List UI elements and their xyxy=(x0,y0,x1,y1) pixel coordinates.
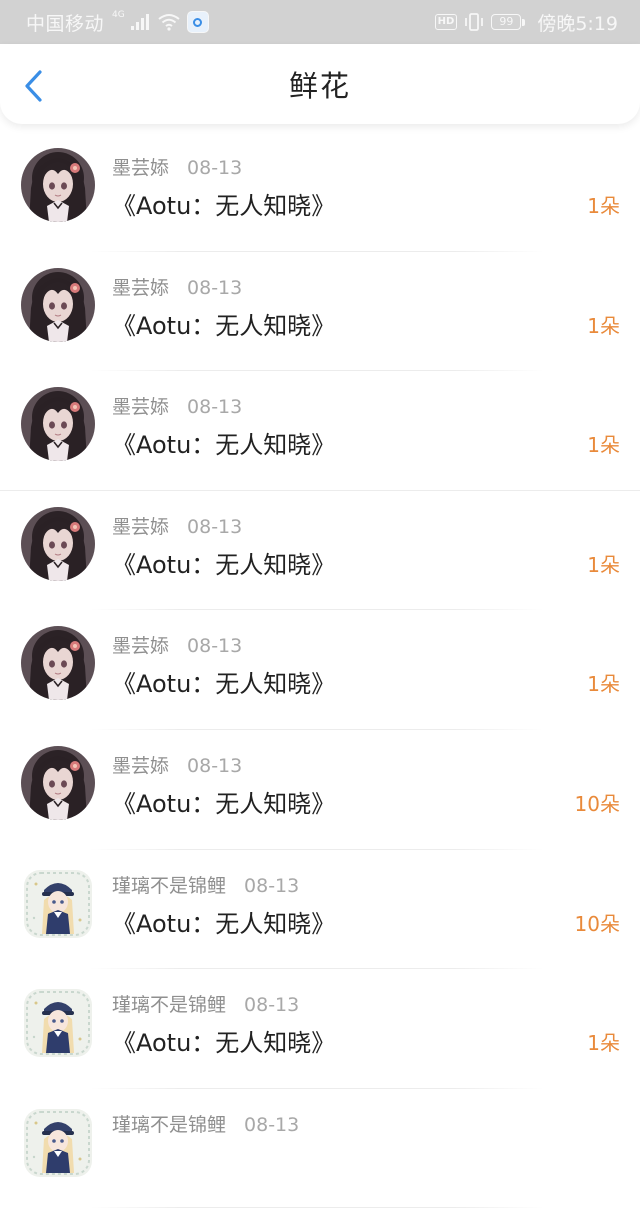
avatar[interactable] xyxy=(21,267,95,342)
user-name[interactable]: 瑾璃不是锦鲤 xyxy=(112,875,226,897)
gift-date: 08-13 xyxy=(244,874,300,897)
work-title[interactable]: 《Aotu：无人知晓》 xyxy=(112,664,335,699)
status-bar: 中国移动 4G HD 99 傍晚5:19 xyxy=(0,0,640,44)
avatar[interactable] xyxy=(21,626,95,701)
gift-date: 08-13 xyxy=(187,276,243,299)
list-item[interactable]: 墨芸婖 08-13 《Aotu：无人知晓》 1朵 xyxy=(0,132,640,252)
list-item[interactable]: 墨芸婖 08-13 《Aotu：无人知晓》 1朵 xyxy=(0,371,640,491)
vibrate-icon xyxy=(463,13,485,31)
avatar[interactable] xyxy=(21,506,95,581)
list-item[interactable]: 墨芸婖 08-13 《Aotu：无人知晓》 1朵 xyxy=(0,491,640,611)
gift-date: 08-13 xyxy=(187,635,243,658)
clock: 傍晚5:19 xyxy=(537,12,618,35)
list-item[interactable]: 瑾璃不是锦鲤 08-13 《Aotu：无人知晓》 1朵 xyxy=(0,969,640,1089)
user-name-row: 墨芸婖 08-13 xyxy=(112,631,242,658)
list-item[interactable]: 墨芸婖 08-13 《Aotu：无人知晓》 10朵 xyxy=(0,730,640,850)
gift-date: 08-13 xyxy=(187,396,243,419)
flower-count: 10朵 xyxy=(574,911,620,936)
avatar[interactable] xyxy=(21,387,95,462)
work-title[interactable]: 《Aotu：无人知晓》 xyxy=(112,186,335,221)
work-title[interactable]: 《Aotu：无人知晓》 xyxy=(112,1023,335,1058)
list-item[interactable]: 墨芸婖 08-13 《Aotu：无人知晓》 1朵 xyxy=(0,252,640,372)
user-name-row: 墨芸婖 08-13 xyxy=(112,512,242,539)
browser-notification-icon xyxy=(186,11,209,33)
flower-count: 1朵 xyxy=(587,433,620,458)
work-title[interactable]: 《Aotu：无人知晓》 xyxy=(112,784,335,819)
list-item[interactable]: 瑾璃不是锦鲤 08-13 xyxy=(0,1089,640,1208)
signal-icon xyxy=(130,14,151,30)
page-title: 鲜花 xyxy=(288,69,351,103)
gift-date: 08-13 xyxy=(244,994,300,1017)
gift-date: 08-13 xyxy=(187,754,243,777)
user-name-row: 墨芸婖 08-13 xyxy=(112,392,242,419)
status-bar-right: HD 99 傍晚5:19 xyxy=(434,9,618,36)
user-name[interactable]: 墨芸婖 xyxy=(112,157,169,179)
battery-level: 99 xyxy=(491,14,522,30)
list-item[interactable]: 瑾璃不是锦鲤 08-13 《Aotu：无人知晓》 10朵 xyxy=(0,850,640,970)
user-name[interactable]: 墨芸婖 xyxy=(112,635,169,657)
flower-count: 1朵 xyxy=(587,194,620,218)
user-name-row: 墨芸婖 08-13 xyxy=(112,153,242,180)
wifi-icon xyxy=(157,13,181,31)
back-button[interactable] xyxy=(20,68,48,104)
gift-date: 08-13 xyxy=(187,515,243,538)
user-name[interactable]: 墨芸婖 xyxy=(112,516,169,538)
status-bar-left: 中国移动 4G xyxy=(26,9,209,36)
work-title[interactable]: 《Aotu：无人知晓》 xyxy=(112,425,335,460)
hd-badge: HD xyxy=(434,14,458,30)
user-name[interactable]: 瑾璃不是锦鲤 xyxy=(112,994,226,1016)
list-item[interactable]: 墨芸婖 08-13 《Aotu：无人知晓》 1朵 xyxy=(0,610,640,730)
battery-icon: 99 xyxy=(491,14,526,30)
user-name[interactable]: 墨芸婖 xyxy=(112,755,169,777)
user-name-row: 瑾璃不是锦鲤 08-13 xyxy=(112,871,299,898)
user-name-row: 墨芸婖 08-13 xyxy=(112,273,242,300)
user-name-row: 墨芸婖 08-13 xyxy=(112,751,242,778)
nav-bar: 鲜花 xyxy=(0,44,640,124)
avatar[interactable] xyxy=(21,148,95,222)
avatar[interactable] xyxy=(24,1108,92,1177)
flower-count: 1朵 xyxy=(587,1031,620,1056)
flower-list: 墨芸婖 08-13 《Aotu：无人知晓》 1朵 墨芸婖 08-13 《Aotu：无人知晓》… xyxy=(0,132,640,1208)
flower-count: 1朵 xyxy=(587,672,620,697)
user-name[interactable]: 瑾璃不是锦鲤 xyxy=(112,1114,226,1136)
carrier-name: 中国移动 xyxy=(26,12,105,35)
user-name-row: 瑾璃不是锦鲤 08-13 xyxy=(112,990,299,1017)
avatar[interactable] xyxy=(24,989,92,1058)
flower-count: 1朵 xyxy=(587,313,620,338)
network-type: 4G xyxy=(112,10,125,20)
work-title[interactable]: 《Aotu：无人知晓》 xyxy=(112,306,335,341)
gift-date: 08-13 xyxy=(244,1113,300,1136)
chevron-left-icon xyxy=(25,70,42,102)
work-title[interactable]: 《Aotu：无人知晓》 xyxy=(112,904,335,939)
work-title[interactable]: 《Aotu：无人知晓》 xyxy=(112,545,335,580)
user-name[interactable]: 墨芸婖 xyxy=(112,277,169,299)
user-name[interactable]: 墨芸婖 xyxy=(112,396,169,418)
user-name-row: 瑾璃不是锦鲤 08-13 xyxy=(112,1110,299,1137)
flower-count: 10朵 xyxy=(574,791,620,816)
avatar[interactable] xyxy=(21,745,95,820)
gift-date: 08-13 xyxy=(187,157,243,179)
avatar[interactable] xyxy=(24,869,92,938)
flower-count: 1朵 xyxy=(587,552,620,577)
